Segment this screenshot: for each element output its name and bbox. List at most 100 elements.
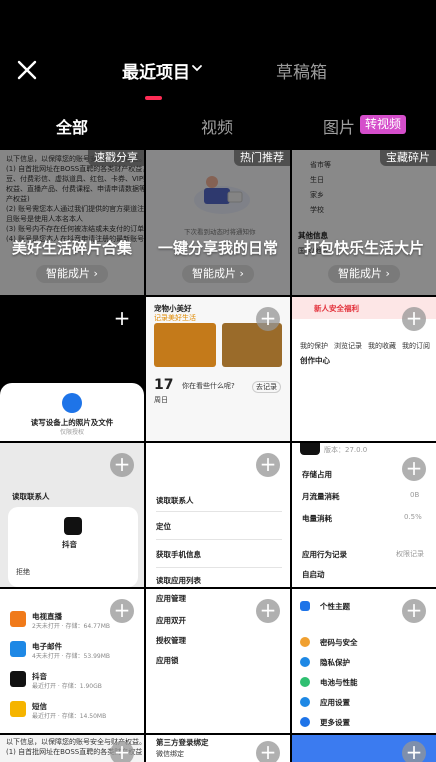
chevron-down-icon[interactable] — [191, 62, 203, 74]
tile-text-line: 自启动 — [302, 570, 325, 579]
add-icon[interactable]: + — [110, 453, 134, 477]
tab-video[interactable]: 视频 — [201, 114, 233, 138]
media-tile[interactable]: 以下信息，以保障您的账号安全与财产权益。 (1) 自首批网址在BOSS直聘的各类… — [0, 735, 144, 762]
add-icon[interactable]: + — [256, 307, 280, 331]
media-tile[interactable]: 读取联系人 定位 获取手机信息 读取应用列表 + — [146, 443, 290, 587]
dialog-title: 抖音 — [62, 540, 77, 549]
tile-text-line: 个性主题 — [320, 602, 350, 611]
recent-projects-title[interactable]: 最近项目 — [122, 58, 190, 83]
theme-icon — [300, 601, 310, 611]
add-icon[interactable]: + — [110, 741, 134, 762]
media-tile[interactable]: 下次看到动态时将通知你 热门推荐 一键分享我的日常 智能成片 › — [146, 150, 290, 295]
media-tile[interactable]: 以下信息，以保障您的账号安全与财产权益。 (1) 自首批网址在BOSS直聘的各类… — [0, 150, 144, 295]
tile-text-line: 应用行为记录 — [302, 550, 347, 559]
tile-text-line: 授权管理 — [156, 636, 186, 645]
tab-image[interactable]: 图片 — [323, 114, 355, 138]
tab-all[interactable]: 全部 — [56, 114, 88, 138]
tile-text-line: 应用双开 — [156, 616, 186, 625]
tile-text-line: 应用管理 — [156, 594, 186, 603]
tiktok-icon — [64, 517, 82, 535]
tile-text-line: 版本：27.0.0 — [324, 446, 368, 454]
tile-text-line: 更多设置 — [320, 718, 350, 727]
top-bar: 最近项目 草稿箱 全部 视频 图片 转视频 — [0, 0, 436, 150]
add-icon[interactable]: + — [256, 599, 280, 623]
sms-app-icon — [10, 701, 26, 717]
tile-tag: 宝藏碎片 — [380, 150, 436, 166]
smart-video-button[interactable]: 智能成片 › — [36, 265, 108, 283]
media-grid: 以下信息，以保障您的账号安全与财产权益。 (1) 自首批网址在BOSS直聘的各类… — [0, 150, 436, 762]
add-icon[interactable]: + — [256, 453, 280, 477]
smart-video-button[interactable]: 智能成片 › — [182, 265, 254, 283]
privacy-icon — [300, 657, 310, 667]
tile-text-line: 我的保护 — [300, 342, 328, 350]
file-icon — [62, 393, 82, 413]
battery-icon — [300, 677, 310, 687]
tile-text-line: 读取联系人 — [156, 496, 194, 505]
media-tile[interactable]: 版本：27.0.0 存储占用 月流量消耗 0B 电量消耗 0.5% 应用行为记录… — [292, 443, 436, 587]
add-icon[interactable]: + — [110, 599, 134, 623]
media-tile[interactable]: 电视直播 2天未打开 · 存储：64.77MB 电子邮件 4天未打开 · 存储：… — [0, 589, 144, 733]
tile-text-line: 第三方登录绑定 — [156, 738, 209, 747]
divider — [156, 567, 282, 568]
tile-text-line: 隐私保护 — [320, 658, 350, 667]
add-icon[interactable]: + — [402, 307, 426, 331]
add-icon[interactable]: + — [402, 599, 426, 623]
media-tile[interactable]: 第三方登录绑定 微信绑定 + — [146, 735, 290, 762]
tile-text-line: 4天未打开 · 存储：53.99MB — [32, 653, 111, 660]
tile-text-line: 17 — [154, 377, 174, 393]
tile-text-line: 月流量消耗 — [302, 492, 340, 501]
tile-title: 一键分享我的日常 — [157, 239, 278, 257]
media-tile[interactable]: 新人安全福利 我的保护 浏览记录 我的收藏 我的订阅 创作中心 + — [292, 297, 436, 441]
convert-to-video-badge[interactable]: 转视频 — [360, 115, 407, 134]
permission-dialog: 抖音 拒绝 — [8, 507, 138, 587]
tile-text-line: 电量消耗 — [302, 514, 332, 523]
tile-text-line: 记录美好生活 — [154, 314, 196, 322]
media-tile[interactable]: 应用管理 应用双开 授权管理 应用锁 + — [146, 589, 290, 733]
tile-text-line: 获取手机信息 — [156, 550, 201, 559]
email-app-icon — [10, 641, 26, 657]
tile-text-line: 0B — [410, 491, 420, 499]
add-icon[interactable]: + — [402, 457, 426, 481]
tile-text-line: 微信绑定 — [156, 750, 184, 758]
tile-title: 打包快乐生活大片 — [303, 239, 424, 257]
tile-text-line: 周日 — [154, 396, 168, 404]
tile-text-line: 最近打开 · 存储：14.50MB — [32, 713, 107, 720]
media-tile[interactable]: 省市等 生日 家乡 学校 其他信息 国家/地区 宝藏碎片 打包快乐生活大片 智能… — [292, 150, 436, 295]
add-icon[interactable]: + — [110, 307, 134, 331]
tile-text-line: 创作中心 — [300, 356, 330, 365]
tile-text-line: 应用设置 — [320, 698, 350, 707]
media-tile[interactable]: + — [292, 735, 436, 762]
smart-video-button[interactable]: 智能成片 › — [328, 265, 400, 283]
tile-text-line: 浏览记录 — [334, 342, 362, 350]
tile-text-line: 最近打开 · 存储：1.90GB — [32, 683, 102, 690]
add-icon[interactable]: + — [256, 741, 280, 762]
deny-button[interactable]: 拒绝 — [16, 567, 30, 577]
active-tab-indicator — [145, 96, 162, 100]
tile-text-line: 我的收藏 — [368, 342, 396, 350]
tile-text-line: 定位 — [156, 522, 171, 531]
tile-tag: 热门推荐 — [234, 150, 290, 166]
divider — [156, 511, 282, 512]
lock-icon — [300, 637, 310, 647]
tile-text-line: 0.5% — [404, 513, 422, 521]
tile-text-line: 存储占用 — [302, 470, 332, 479]
add-icon[interactable]: + — [402, 741, 426, 762]
permission-dialog: 读写设备上的照片及文件 仅限授权 — [0, 383, 144, 441]
tile-text-line: 密码与安全 — [320, 638, 358, 647]
tile-text-line: 你在看些什么呢? — [182, 382, 235, 390]
tile-text-line: 应用锁 — [156, 656, 179, 665]
media-tile[interactable]: 读写设备上的照片及文件 仅限授权 + — [0, 297, 144, 441]
divider — [156, 539, 282, 540]
tile-text-line: 2天未打开 · 存储：64.77MB — [32, 623, 111, 630]
tile-tag: 速戳分享 — [88, 150, 144, 166]
app-settings-icon — [300, 697, 310, 707]
media-tile[interactable]: 个性主题 密码与安全 隐私保护 电池与性能 应用设置 更多设置 + — [292, 589, 436, 733]
media-tile[interactable]: 宠物小美好 记录美好生活 17 周日 你在看些什么呢? 去记录 + — [146, 297, 290, 441]
media-tile[interactable]: 读取联系人 抖音 拒绝 + — [0, 443, 144, 587]
drafts-tab[interactable]: 草稿箱 — [276, 58, 327, 83]
photo-thumbnail — [154, 323, 216, 367]
close-icon[interactable] — [15, 58, 39, 82]
tile-text-line: 权限记录 — [396, 550, 424, 558]
tile-text-line: 电池与性能 — [320, 678, 358, 687]
tile-text-line: 去记录 — [252, 381, 281, 393]
